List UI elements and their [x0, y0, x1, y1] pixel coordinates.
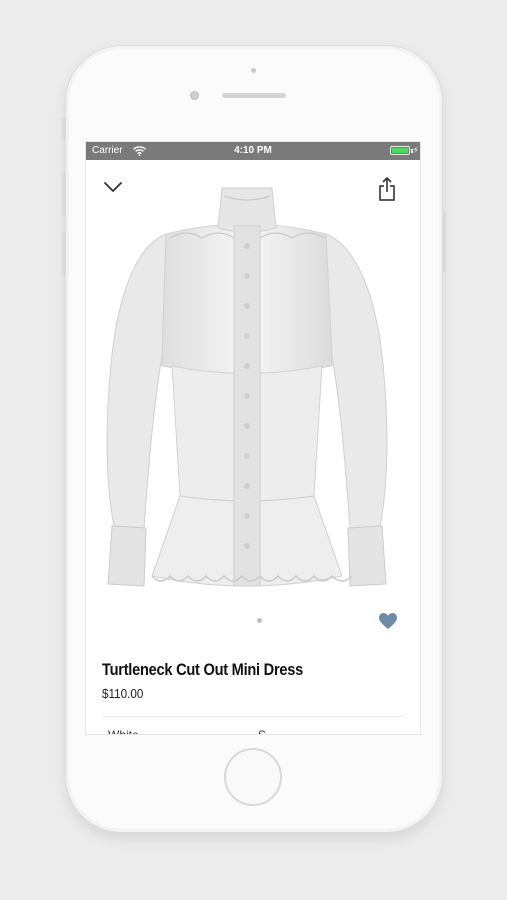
front-camera [190, 91, 199, 100]
earpiece-speaker [222, 93, 286, 98]
product-detail: Turtleneck Cut Out Mini Dress $110.00 Wh… [86, 160, 420, 734]
product-image[interactable] [96, 176, 396, 606]
color-option[interactable]: White [108, 728, 139, 734]
mute-switch [62, 118, 66, 140]
size-option[interactable]: S [258, 728, 266, 734]
volume-down-button [62, 232, 66, 276]
product-title: Turtleneck Cut Out Mini Dress [102, 660, 304, 679]
page-indicator-dot [257, 618, 262, 623]
power-button [442, 212, 446, 272]
screen: Carrier 4:10 PM ⚡ Turtleneck Cut Out Min… [86, 142, 420, 734]
volume-up-button [62, 172, 66, 216]
heart-icon[interactable] [378, 612, 398, 630]
charging-icon: ⚡ [412, 145, 419, 155]
battery-icon [390, 146, 410, 155]
status-bar: Carrier 4:10 PM ⚡ [86, 142, 420, 160]
status-time: 4:10 PM [234, 145, 272, 156]
proximity-sensor [251, 68, 256, 73]
product-price: $110.00 [102, 686, 144, 701]
home-button[interactable] [224, 748, 282, 806]
divider [102, 716, 404, 717]
